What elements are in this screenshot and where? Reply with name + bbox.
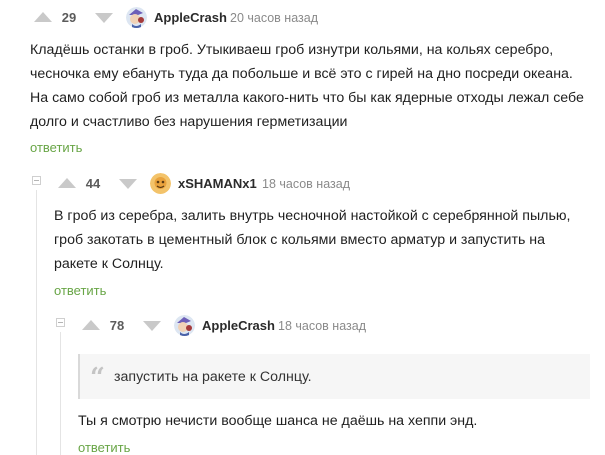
comment-author[interactable]: xSHAMANx1: [178, 176, 257, 191]
comment-score: 78: [109, 318, 125, 333]
avatar[interactable]: [174, 315, 195, 336]
collapse-thread-icon[interactable]: [56, 318, 65, 327]
comment-timestamp: 20 часов назад: [230, 11, 318, 25]
comment-timestamp: 18 часов назад: [262, 177, 350, 191]
comment-line: долго и счастливо без нарушения герметиз…: [30, 114, 348, 130]
quote-text: запустить на ракете к Солнцу.: [114, 369, 312, 385]
comment-score: 29: [61, 10, 77, 25]
downvote-arrow-icon[interactable]: [119, 179, 137, 189]
comment-author[interactable]: AppleCrash: [202, 318, 275, 333]
thread-line-level2: [60, 332, 61, 455]
applecrash-avatar-icon: [174, 315, 195, 336]
comment-line: гроб закотать в цементный блок с кольями…: [54, 232, 546, 248]
comment-body: В гроб из серебра, залить внутрь чесночн…: [54, 204, 570, 276]
avatar[interactable]: [126, 7, 147, 28]
comment-line: чесночка ему ебануть туда да побольше и …: [30, 66, 573, 82]
downvote-arrow-icon[interactable]: [95, 13, 113, 23]
quote-block: “ запустить на ракете к Солнцу.: [78, 354, 590, 399]
applecrash-avatar-icon: [126, 7, 147, 28]
reply-button[interactable]: ответить: [54, 283, 106, 298]
comment-line: Кладёшь останки в гроб. Утыкиваеш гроб и…: [30, 42, 554, 58]
comment-line: На само собой гроб из металла какого-нит…: [30, 90, 584, 106]
quote-icon: “: [90, 363, 105, 393]
comment-line: ракете к Солнцу.: [54, 256, 164, 272]
avatar[interactable]: [150, 173, 171, 194]
reply-button[interactable]: ответить: [30, 140, 82, 155]
upvote-arrow-icon[interactable]: [34, 12, 52, 22]
comment-line: Ты я смотрю нечисти вообще шанса не даёш…: [78, 413, 478, 429]
upvote-arrow-icon[interactable]: [82, 320, 100, 330]
comment-body: Ты я смотрю нечисти вообще шанса не даёш…: [78, 409, 477, 433]
comment-line: В гроб из серебра, залить внутрь чесночн…: [54, 208, 571, 224]
comment-body: Кладёшь останки в гроб. Утыкиваеш гроб и…: [30, 38, 584, 134]
thread-line-level1: [36, 190, 37, 455]
upvote-arrow-icon[interactable]: [58, 178, 76, 188]
comment-score: 44: [85, 176, 101, 191]
collapse-thread-icon[interactable]: [32, 176, 41, 185]
comment-timestamp: 18 часов назад: [278, 319, 366, 333]
xshamanx1-avatar-icon: [150, 173, 171, 194]
comment-author[interactable]: AppleCrash: [154, 10, 227, 25]
downvote-arrow-icon[interactable]: [143, 321, 161, 331]
reply-button[interactable]: ответить: [78, 440, 130, 455]
